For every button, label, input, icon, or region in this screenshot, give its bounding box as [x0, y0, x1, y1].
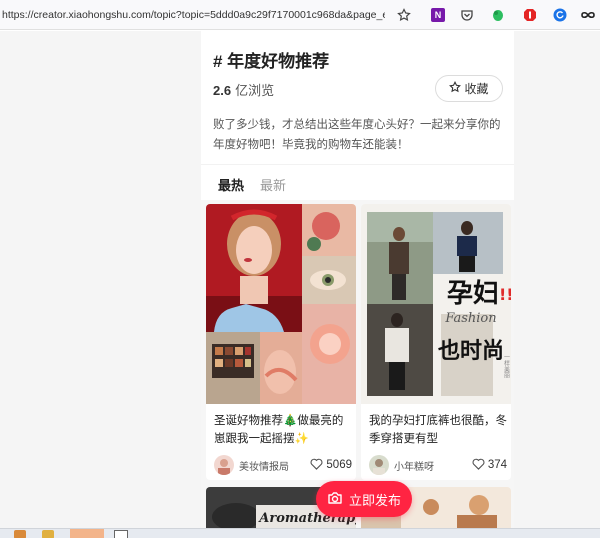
os-taskbar: [0, 528, 600, 538]
taskbar-app-icon[interactable]: [14, 530, 26, 538]
topic-title: # 年度好物推荐: [213, 52, 330, 71]
tab-latest[interactable]: 最新: [260, 175, 286, 194]
note-title: 我的孕妇打底裤也很酷，冬季穿搭更有型: [369, 415, 507, 445]
heart-icon: [472, 458, 485, 473]
favorite-button[interactable]: 收藏: [435, 75, 503, 102]
bookmark-star-icon[interactable]: [396, 7, 412, 23]
evernote-icon[interactable]: [490, 7, 506, 23]
cover-text-side: 一样美丽: [503, 354, 510, 379]
sort-tabs: 最热 最新: [201, 164, 514, 200]
taskbar-app-icon[interactable]: [114, 530, 128, 538]
cover-text-maternity: 孕妇: [447, 279, 499, 309]
svg-text:!!: !!: [499, 285, 511, 304]
browser-toolbar: https://creator.xiaohongshu.com/topic?to…: [0, 0, 600, 30]
topic-panel: # 年度好物推荐 2.6 亿浏览 收藏 败了多少钱，才总结出这些年度心头好？一起来…: [201, 31, 514, 528]
note-card[interactable]: 圣诞好物推荐🎄做最亮的崽跟我一起摇摆✨ 美妆情报局 5069: [206, 204, 356, 480]
like-count[interactable]: 374: [472, 458, 507, 473]
refresh-extension-icon[interactable]: [552, 7, 568, 23]
like-number: 5069: [326, 459, 352, 471]
tab-hot[interactable]: 最热: [218, 175, 244, 194]
cover-text-stylish: 也时尚: [438, 339, 504, 364]
publish-button[interactable]: 立即发布: [316, 481, 412, 517]
note-cover-image: [206, 204, 356, 404]
favorite-label: 收藏: [464, 82, 489, 96]
taskbar-app-icon[interactable]: [42, 530, 54, 538]
publish-label: 立即发布: [348, 492, 401, 508]
author-name[interactable]: 小年糕呀: [394, 458, 472, 473]
view-count-number: 2.6: [213, 83, 232, 98]
adblock-icon[interactable]: [522, 7, 538, 23]
view-count-unit: 亿浏览: [235, 83, 275, 98]
like-count[interactable]: 5069: [310, 458, 352, 473]
topic-description: 败了多少钱，才总结出这些年度心头好？一起来分享你的年度好物吧！毕竟我的购物车还能…: [213, 119, 501, 151]
note-footer: 美妆情报局 5069: [214, 454, 352, 476]
infinity-menu-icon[interactable]: [580, 7, 596, 23]
star-icon: [449, 81, 462, 96]
note-title: 圣诞好物推荐🎄做最亮的崽跟我一起摇摆✨: [214, 415, 344, 445]
address-bar[interactable]: https://creator.xiaohongshu.com/topic?to…: [0, 9, 385, 21]
cover-text-fashion: Fashion: [444, 311, 496, 326]
pocket-icon[interactable]: [459, 7, 475, 23]
note-footer: 小年糕呀 374: [369, 454, 507, 476]
note-card[interactable]: 孕妇 Fashion 也时尚 一样美丽 !! 我的孕妇打底裤也很酷，冬季穿搭更有…: [361, 204, 511, 480]
camera-icon: [327, 491, 343, 508]
like-number: 374: [487, 459, 507, 471]
taskbar-active-app[interactable]: [70, 529, 104, 538]
onenote-extension-icon[interactable]: N: [430, 7, 446, 23]
view-count: 2.6 亿浏览: [213, 80, 274, 99]
avatar[interactable]: [214, 455, 234, 475]
heart-icon: [310, 458, 323, 473]
note-cover-image: 孕妇 Fashion 也时尚 一样美丽 !!: [361, 204, 511, 404]
avatar[interactable]: [369, 455, 389, 475]
author-name[interactable]: 美妆情报局: [239, 458, 310, 473]
